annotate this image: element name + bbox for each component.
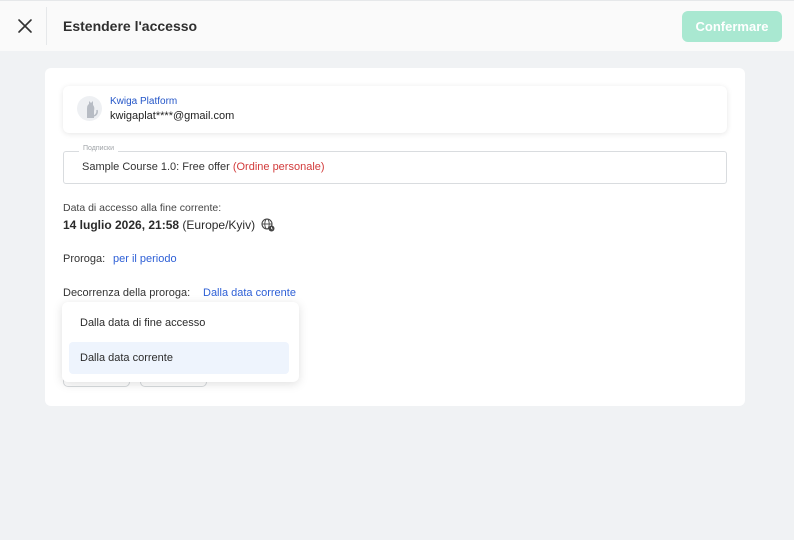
- subscription-legend: Подписки: [79, 145, 119, 152]
- close-icon: [18, 19, 32, 33]
- close-button[interactable]: [10, 11, 40, 41]
- access-end-date: 14 luglio 2026, 21:58 (Europe/Kyiv): [63, 218, 275, 232]
- extension-type-link[interactable]: per il periodo: [113, 253, 177, 265]
- user-name[interactable]: Kwiga Platform: [110, 96, 177, 107]
- access-timezone: (Europe/Kyiv): [182, 218, 256, 232]
- access-date: 14 luglio 2026, 21:58: [63, 218, 180, 232]
- extension-label: Proroga:: [63, 253, 106, 265]
- avatar: [77, 96, 102, 121]
- order-type: (Ordine personale): [232, 161, 325, 173]
- start-label: Decorrenza della proroga:: [63, 287, 191, 299]
- access-end-label: Data di accesso alla fine corrente:: [63, 202, 222, 214]
- dropdown-option-end-date[interactable]: Dalla data di fine accesso: [69, 307, 289, 339]
- subscription-value: Sample Course 1.0: Free offer (Ordine pe…: [82, 161, 325, 173]
- user-email: kwigaplat****@gmail.com: [110, 110, 235, 122]
- header-divider: [46, 7, 47, 45]
- top-bar: Estendere l'accesso Confermare: [0, 0, 794, 51]
- cat-avatar-icon: [86, 100, 98, 118]
- start-type-link[interactable]: Dalla data corrente: [203, 287, 296, 299]
- confirm-button[interactable]: Confermare: [682, 11, 782, 42]
- page-title: Estendere l'accesso: [63, 18, 198, 34]
- globe-clock-icon: [261, 218, 275, 232]
- dropdown-option-current-date[interactable]: Dalla data corrente: [69, 342, 289, 374]
- course-name: Sample Course 1.0: Free offer: [82, 161, 230, 173]
